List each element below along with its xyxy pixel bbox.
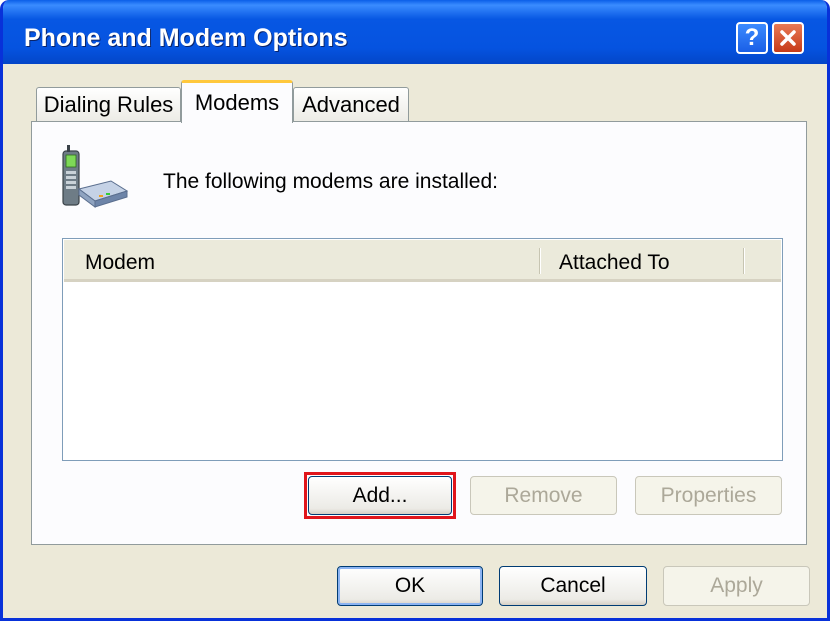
- ok-button[interactable]: OK: [337, 566, 483, 606]
- tab-advanced[interactable]: Advanced: [293, 87, 409, 122]
- cancel-button[interactable]: Cancel: [499, 566, 647, 606]
- tab-label: Dialing Rules: [43, 92, 174, 117]
- intro-text: The following modems are installed:: [163, 170, 498, 193]
- properties-button[interactable]: Properties: [635, 476, 782, 515]
- title-bar[interactable]: Phone and Modem Options ?: [3, 0, 827, 64]
- apply-button[interactable]: Apply: [663, 566, 810, 606]
- modem-list[interactable]: Modem Attached To: [62, 238, 783, 461]
- column-header-modem[interactable]: Modem: [85, 251, 155, 275]
- highlight-box: [304, 472, 456, 519]
- help-icon: ?: [744, 24, 760, 51]
- help-button[interactable]: ?: [736, 22, 768, 54]
- dialog-window: Phone and Modem Options ? Dialing Rules …: [0, 0, 830, 621]
- tab-dialing-rules[interactable]: Dialing Rules: [36, 87, 181, 122]
- tab-modems[interactable]: Modems: [181, 80, 293, 123]
- tab-label: Modems: [194, 90, 280, 115]
- column-divider[interactable]: [539, 248, 541, 274]
- remove-button[interactable]: Remove: [470, 476, 617, 515]
- close-button[interactable]: [772, 22, 804, 54]
- phone-modem-icon: [62, 145, 129, 208]
- column-divider[interactable]: [743, 248, 745, 274]
- column-header-attached-to[interactable]: Attached To: [559, 251, 670, 275]
- list-header: Modem Attached To: [64, 240, 781, 282]
- tab-label: Advanced: [302, 92, 400, 117]
- close-icon: [780, 30, 796, 46]
- window-title: Phone and Modem Options: [24, 24, 348, 52]
